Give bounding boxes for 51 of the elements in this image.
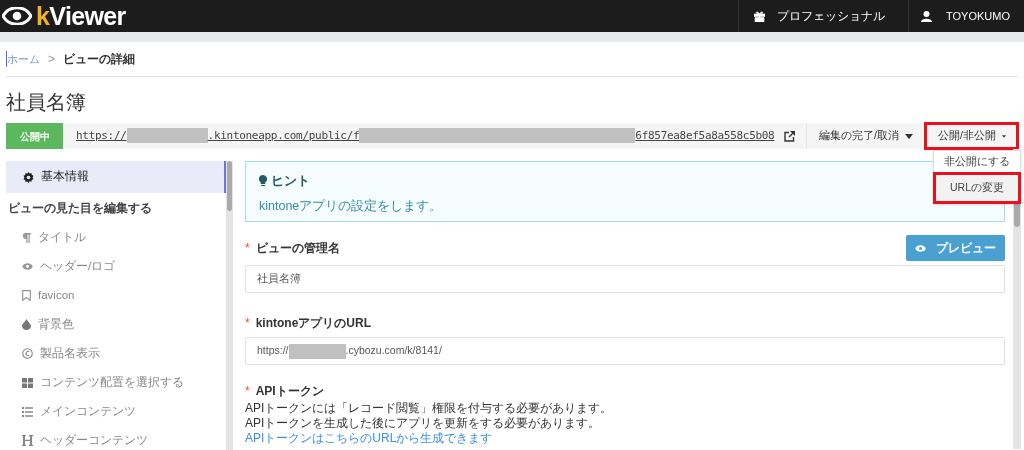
field-label: APIトークン	[255, 383, 324, 400]
grid-icon	[22, 377, 33, 388]
sidebar-item[interactable]: ヘッダー/ロゴ	[6, 252, 226, 281]
sidebar-item[interactable]: タイトル	[6, 223, 226, 252]
sidebar-heading: ビューの見た目を編集する	[7, 200, 153, 217]
help-text: APIトークンには「レコード閲覧」権限を付与する必要があります。	[245, 401, 614, 416]
text-input[interactable]: 社員名簿	[245, 265, 1005, 293]
required-asterisk: *	[245, 315, 250, 332]
public-url-link[interactable]: https:// .kintoneapp.com/public/f 6f857ea8ef5a8a558c5b08	[76, 127, 775, 145]
token-link[interactable]: APIトークンはこちらのURLから生成できます	[245, 431, 1005, 446]
drop-icon	[22, 319, 31, 330]
sidebar-item[interactable]: 基本情報	[6, 161, 226, 193]
gift-icon	[754, 10, 765, 22]
eye-logo-icon	[2, 7, 32, 25]
sidebar-item[interactable]: 製品名表示	[6, 339, 226, 368]
pilcrow-icon	[22, 232, 31, 243]
redaction-block	[288, 343, 346, 359]
lightbulb-icon	[259, 175, 267, 188]
sidebar-item[interactable]: favicon	[6, 281, 226, 310]
caret-icon	[905, 133, 913, 139]
hint-title: ヒント	[271, 173, 310, 190]
sidebar-item[interactable]: コンテンツ配置を選択する	[6, 368, 226, 397]
bookmark-icon	[22, 290, 31, 301]
list-icon	[22, 406, 33, 417]
hint-text: kintoneアプリの設定をします。	[259, 197, 444, 215]
text-input[interactable]: https:// .cybozu.com/k/8141/	[245, 337, 1005, 365]
eye-icon	[22, 263, 33, 270]
breadcrumb-separator: >	[48, 51, 55, 68]
breadcrumb-current: ビューの詳細	[63, 51, 135, 68]
sidebar-item[interactable]: 背景色	[6, 310, 226, 339]
menu-item[interactable]: 非公開にする	[934, 151, 1020, 173]
publish-menu-button[interactable]: 公開/非公開	[925, 123, 1018, 149]
caret-icon	[1001, 133, 1006, 139]
external-link-icon[interactable]	[784, 130, 796, 142]
heading-icon	[22, 435, 33, 446]
status-badge: 公開中	[6, 123, 63, 149]
required-asterisk: *	[245, 383, 250, 400]
sidebar-item[interactable]: ヘッダーコンテンツ	[6, 426, 226, 450]
app-logo[interactable]: kViewer	[36, 3, 126, 29]
user-icon	[921, 10, 932, 22]
page-title: 社員名簿	[6, 90, 87, 115]
menu-item[interactable]: URLの変更	[934, 173, 1020, 203]
field-label: kintoneアプリのURL	[255, 315, 371, 332]
gear-icon	[23, 171, 34, 183]
help-text: APIトークンを生成した後にアプリを更新をする必要があります。	[245, 416, 602, 431]
eye-icon	[915, 244, 926, 252]
copyright-icon	[22, 348, 33, 359]
sidebar-item[interactable]: メインコンテンツ	[6, 397, 226, 426]
required-asterisk: *	[245, 240, 250, 257]
field-label: ビューの管理名	[255, 240, 340, 257]
sidebar-scrollbar[interactable]	[226, 161, 233, 450]
